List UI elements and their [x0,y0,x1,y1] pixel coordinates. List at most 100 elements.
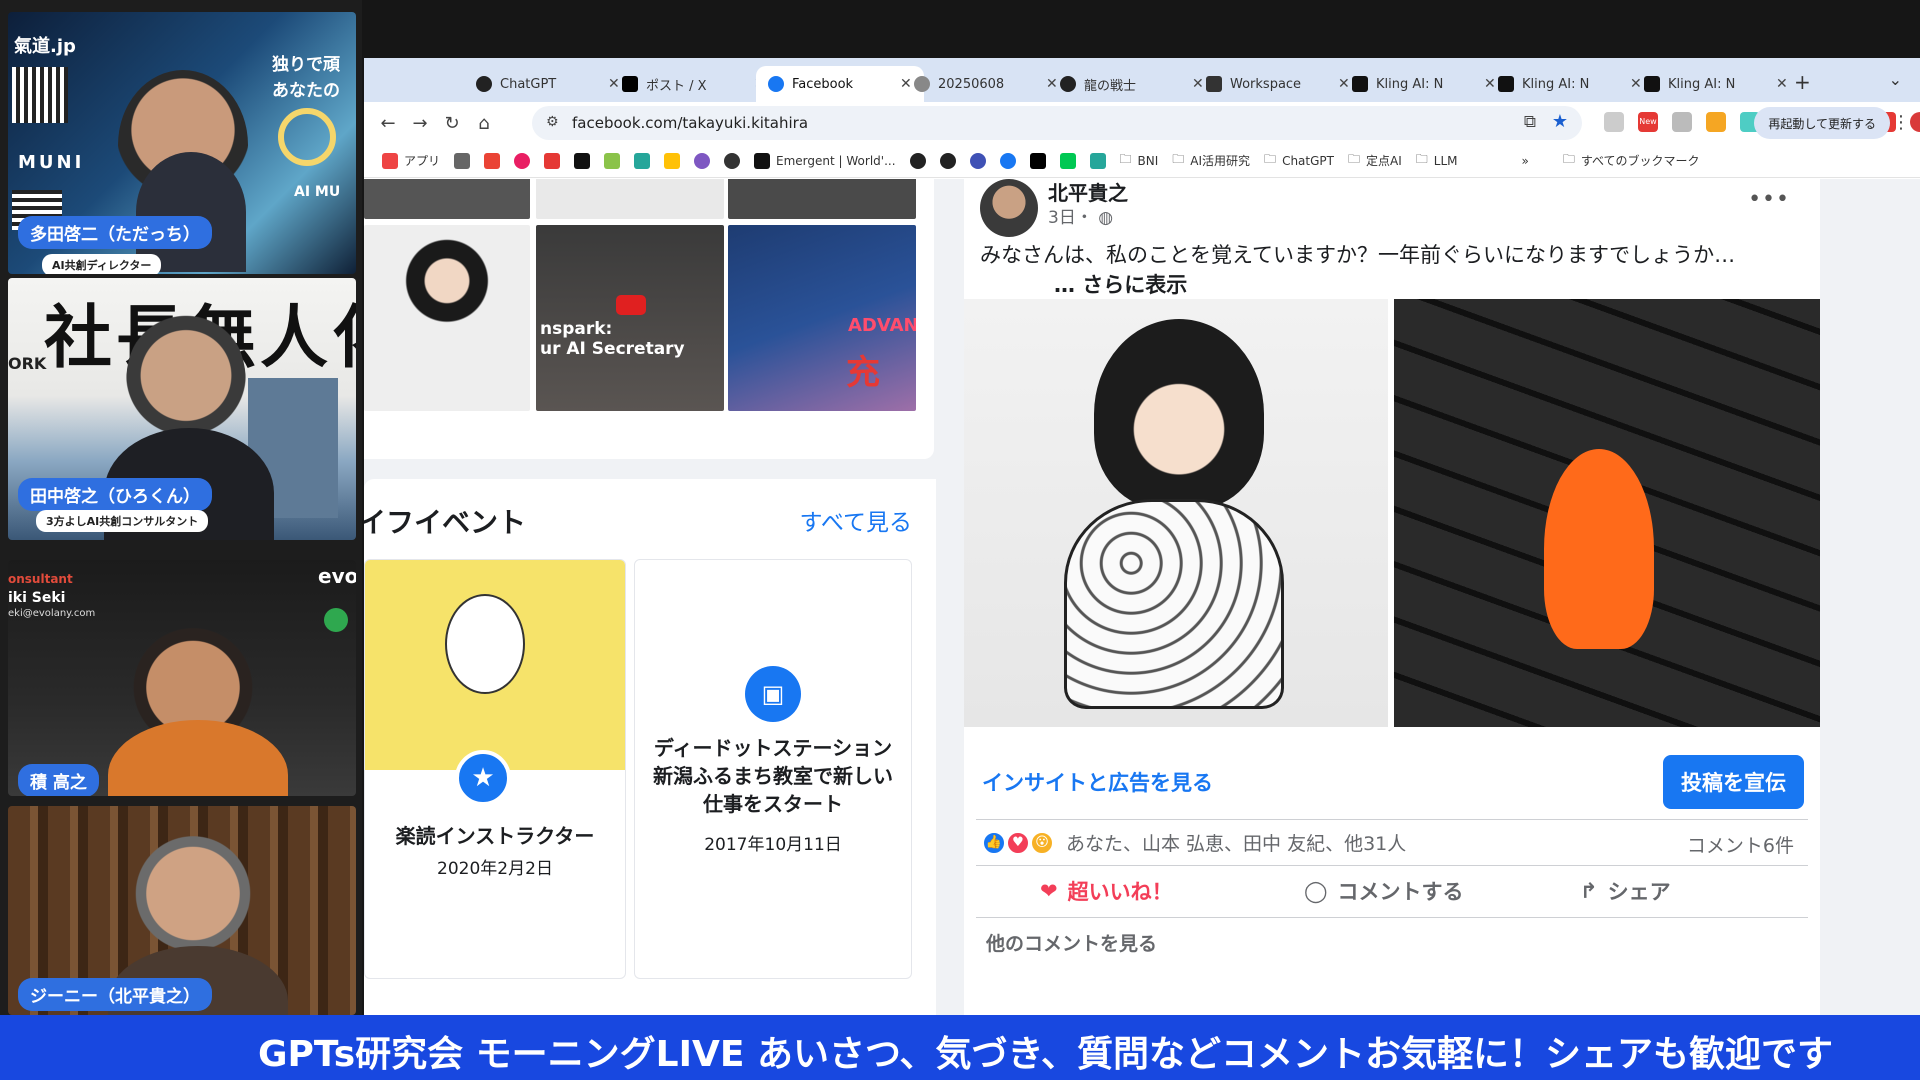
tab-kling-3[interactable]: Kling AI: N ✕ [1632,66,1800,102]
tab-kling-2[interactable]: Kling AI: N ✕ [1486,66,1654,102]
author-avatar[interactable] [980,179,1038,237]
tab-kling-1[interactable]: Kling AI: N ✕ [1340,66,1508,102]
comment-button[interactable]: ◯ コメントする [1304,871,1464,911]
photo-thumb-figure[interactable] [364,225,530,411]
tab-workspace[interactable]: Workspace ✕ [1194,66,1362,102]
reactions-summary[interactable]: 👍 ♥ 😮 あなた、山本 弘恵、田中 友紀、他31人 [982,829,1406,856]
photo-thumb-anime[interactable]: ADVAN 充 [728,225,916,411]
bookmark-icon[interactable] [1059,152,1076,169]
checkbox-icon[interactable] [1089,152,1106,169]
forward-arrow-icon[interactable]: → [404,113,436,134]
love-button[interactable]: ❤ 超いいね！ [1040,871,1173,911]
post-timestamp[interactable]: 3日・ ◍ [1048,203,1113,228]
heart-icon: ❤ [1040,879,1058,903]
bookmark-icon[interactable] [969,152,986,169]
back-arrow-icon[interactable]: ← [372,113,404,134]
emergent-icon [754,152,771,169]
see-all-link[interactable]: すべて見る [800,503,912,537]
browser-toolbar: ← → ↻ ⌂ ⚙ facebook.com/takayuki.kitahira… [364,102,1920,144]
install-app-icon[interactable]: ⧉ [1524,112,1536,132]
bookmark-folder-teiten[interactable]: 🗀 定点AI [1348,150,1402,171]
tab-label: 20250608 [938,76,1005,92]
bookmark-folder-ai[interactable]: 🗀 AI活用研究 [1172,150,1250,171]
tile-overlay-text: onsultant [8,572,73,586]
bookmark-label: ChatGPT [1282,153,1334,168]
all-bookmarks-folder[interactable]: 🗀 すべてのブックマーク [1563,150,1700,171]
tab-20250608[interactable]: 20250608 ✕ [902,66,1070,102]
reload-icon[interactable]: ↻ [436,113,468,134]
screen: 氣道.jp 独りで頑 あなたの MUNI AI MU 多田啓二（ただっち） AI… [0,0,1920,1080]
bookmark-emergent[interactable]: Emergent | World'... [754,152,896,169]
chatgpt-icon[interactable] [909,152,926,169]
view-more-comments-link[interactable]: 他のコメントを見る [986,929,1157,956]
kling-icon [1352,76,1368,92]
restart-update-button[interactable]: 再起動して更新する [1754,107,1890,139]
post-image-figure[interactable] [964,299,1388,727]
share-button[interactable]: ↱ シェア [1580,871,1671,911]
tab-label: Workspace [1230,76,1302,92]
tab-facebook[interactable]: Facebook ✕ [756,66,924,102]
participant-tile-1: 氣道.jp 独りで頑 あなたの MUNI AI MU 多田啓二（ただっち） AI… [8,12,356,274]
participants-panel: 氣道.jp 独りで頑 あなたの MUNI AI MU 多田啓二（ただっち） AI… [0,0,362,1015]
tab-menu-chevron-icon[interactable]: ⌄ [1889,70,1902,89]
address-bar[interactable]: ⚙ facebook.com/takayuki.kitahira ⧉ ★ [532,106,1582,140]
bookmark-folder-llm[interactable]: 🗀 LLM [1416,150,1458,171]
participant-name-tag: 積 高之 [18,764,99,796]
tab-chatgpt[interactable]: ChatGPT ✕ [464,66,632,102]
bookmark-label: LLM [1433,153,1458,168]
bookmark-icon[interactable] [634,152,651,169]
bookmark-folder-bni[interactable]: 🗀 BNI [1120,150,1159,171]
life-event-card[interactable]: ★ 楽読インストラクター 2020年2月2日 [364,559,626,979]
new-tab-button[interactable]: + [1794,70,1811,94]
facebook-page: nspark: ur AI Secretary ADVAN 充 イフイベント す… [364,179,1920,1015]
chatgpt-icon[interactable] [939,152,956,169]
participant-name-tag: 田中啓之（ひろくん） [18,478,212,511]
bookmark-icon[interactable] [694,152,711,169]
tab-dragon-warrior[interactable]: 龍の戦士 ✕ [1048,66,1216,102]
comment-count[interactable]: コメント6件 [1687,831,1794,858]
life-event-card[interactable]: ▣ ディードットステーション新潟ふるまち教室で新しい仕事をスタート 2017年1… [634,559,912,979]
more-options-icon[interactable]: ••• [1748,187,1790,212]
bookmarks-bar: アプリ Emergent | World'... 🗀 BNI 🗀 AI活用研究 🗀 C… [364,144,1920,178]
extension-icon[interactable] [1604,112,1624,132]
post-author[interactable]: 北平貴之 [1048,179,1128,206]
extension-new-icon[interactable]: New [1638,112,1658,132]
bookmark-icon[interactable] [604,152,621,169]
extension-icon[interactable] [1672,112,1692,132]
tab-label: Kling AI: N [1376,76,1444,92]
extension-icon[interactable] [1706,112,1726,132]
workspace-icon [1206,76,1222,92]
facebook-icon [768,76,784,92]
heart-logo-icon [278,108,336,166]
bookmark-apps[interactable]: アプリ [382,152,440,169]
gmail-icon[interactable] [484,152,501,169]
more-bookmarks-button[interactable]: » [1522,154,1529,168]
bookmark-icon[interactable] [724,152,741,169]
site-settings-icon[interactable]: ⚙ [546,114,559,130]
photo-thumb[interactable] [364,179,530,219]
insights-link[interactable]: インサイトと広告を見る [982,767,1213,797]
extension-icon[interactable] [1910,112,1920,132]
bookmark-icon[interactable] [514,152,531,169]
facebook-icon[interactable] [999,152,1016,169]
promote-post-button[interactable]: 投稿を宣伝 [1663,755,1804,809]
bookmark-star-icon[interactable]: ★ [1552,111,1568,132]
menu-kebab-icon[interactable]: ⋮ [1892,112,1910,133]
close-tab-icon[interactable]: ✕ [1776,76,1788,92]
youtube-icon[interactable] [544,152,561,169]
photo-thumb-video[interactable]: nspark: ur AI Secretary [536,225,724,411]
tab-x[interactable]: ポスト / X ✕ [610,66,778,102]
photo-thumb[interactable] [728,179,916,219]
notion-icon[interactable] [574,152,591,169]
photo-thumb[interactable] [536,179,724,219]
post-image-keyboard[interactable] [1394,299,1820,727]
x-icon[interactable] [1029,152,1046,169]
divider [976,865,1808,866]
grid-icon[interactable] [454,152,471,169]
bookmark-folder-chatgpt[interactable]: 🗀 ChatGPT [1264,150,1334,171]
thumb-text: 充 [846,353,880,393]
see-more-link[interactable]: … さらに表示 [1054,269,1187,299]
home-icon[interactable]: ⌂ [468,113,500,134]
bookmark-icon[interactable] [664,152,681,169]
browser-window: ChatGPT ✕ ポスト / X ✕ Facebook ✕ 20250608 … [364,58,1920,1015]
